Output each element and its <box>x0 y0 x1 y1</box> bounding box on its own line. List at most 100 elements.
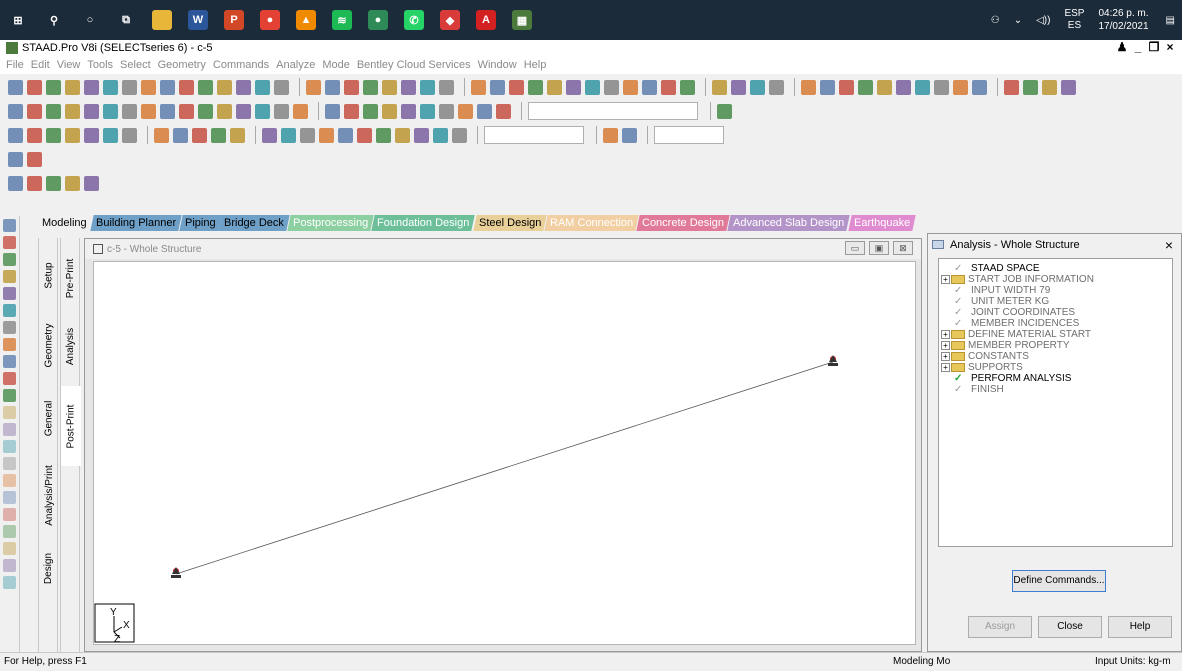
whatsapp-icon[interactable]: ✆ <box>396 0 432 40</box>
page-tab-earthquake[interactable]: Earthquake <box>847 215 916 231</box>
toolbar-button-icon[interactable] <box>414 127 429 143</box>
toolbar-button-icon[interactable] <box>173 127 188 143</box>
cursor-tool-icon[interactable] <box>3 559 16 572</box>
toolbar-button-icon[interactable] <box>566 79 581 95</box>
toolbar-button-icon[interactable] <box>255 103 270 119</box>
toolbar-button-icon[interactable] <box>84 103 99 119</box>
toolbar-button-icon[interactable] <box>293 103 308 119</box>
toolbar-button-icon[interactable] <box>471 79 486 95</box>
menu-item-file[interactable]: File <box>6 59 24 71</box>
toolbar-button-icon[interactable] <box>395 127 410 143</box>
toolbar-button-icon[interactable] <box>769 79 784 95</box>
toolbar-button-icon[interactable] <box>712 79 727 95</box>
cursor-tool-icon[interactable] <box>3 474 16 487</box>
toolbar-button-icon[interactable] <box>236 79 251 95</box>
menu-item-commands[interactable]: Commands <box>213 59 269 71</box>
language-indicator[interactable]: ESP ES <box>1064 8 1084 32</box>
toolbar-button-icon[interactable] <box>217 79 232 95</box>
app-red-icon[interactable]: ◆ <box>432 0 468 40</box>
expand-icon[interactable]: + <box>941 352 950 361</box>
toolbar-button-icon[interactable] <box>1042 79 1057 95</box>
tree-node[interactable]: + MEMBER PROPERTY <box>939 340 1172 351</box>
page-tab-ram-connection[interactable]: RAM Connection <box>544 215 640 231</box>
toolbar-button-icon[interactable] <box>363 103 378 119</box>
view-minimize-icon[interactable]: ▭ <box>845 241 865 255</box>
task-view-icon[interactable]: ⧉ <box>108 0 144 40</box>
tree-node[interactable]: ✓ INPUT WIDTH 79 <box>939 285 1172 296</box>
toolbar-button-icon[interactable] <box>217 103 232 119</box>
toolbar-button-icon[interactable] <box>319 127 334 143</box>
cursor-tool-icon[interactable] <box>3 253 16 266</box>
toolbar-button-icon[interactable] <box>420 79 435 95</box>
model-canvas[interactable]: Y X Z <box>93 261 916 645</box>
toolbar-button-icon[interactable] <box>8 127 23 143</box>
toolbar-button-icon[interactable] <box>122 79 137 95</box>
toolbar-button-icon[interactable] <box>622 127 637 143</box>
toolbar-button-icon[interactable] <box>192 127 207 143</box>
spotify-icon[interactable]: ≋ <box>324 0 360 40</box>
toolbar-button-icon[interactable] <box>306 79 321 95</box>
toolbar-button-icon[interactable] <box>122 103 137 119</box>
toolbar-button-icon[interactable] <box>122 127 137 143</box>
toolbar-button-icon[interactable] <box>27 103 42 119</box>
cursor-tool-icon[interactable] <box>3 525 16 538</box>
toolbar-button-icon[interactable] <box>344 79 359 95</box>
page-tab-steel-design[interactable]: Steel Design <box>473 215 547 231</box>
tree-node[interactable]: ✓ JOINT COORDINATES <box>939 307 1172 318</box>
chevron-up-icon[interactable]: ⌄ <box>1014 15 1022 26</box>
expand-icon[interactable]: + <box>941 275 950 284</box>
menu-item-window[interactable]: Window <box>478 59 517 71</box>
toolbar-button-icon[interactable] <box>585 79 600 95</box>
toolbar-button-icon[interactable] <box>623 79 638 95</box>
toolbar-button-icon[interactable] <box>338 127 353 143</box>
toolbar-button-icon[interactable] <box>934 79 949 95</box>
page-tab-bridge-deck[interactable]: Bridge Deck <box>218 215 290 231</box>
toolbar-button-icon[interactable] <box>477 103 492 119</box>
toolbar-button-icon[interactable] <box>1004 79 1019 95</box>
toolbar-button-icon[interactable] <box>1023 79 1038 95</box>
volume-icon[interactable]: ◁)) <box>1036 15 1050 26</box>
vlc-icon[interactable]: ▲ <box>288 0 324 40</box>
toolbar-button-icon[interactable] <box>603 127 618 143</box>
toolbar-button-icon[interactable] <box>382 79 397 95</box>
toolbar-button-icon[interactable] <box>8 151 23 167</box>
word-icon[interactable]: W <box>180 0 216 40</box>
notifications-icon[interactable]: ▤ <box>1166 15 1175 26</box>
menu-item-help[interactable]: Help <box>524 59 547 71</box>
toolbar-button-icon[interactable] <box>604 79 619 95</box>
toolbar-button-icon[interactable] <box>452 127 467 143</box>
tab-setup[interactable]: Setup <box>39 250 59 300</box>
toolbar-button-icon[interactable] <box>357 127 372 143</box>
toolbar-button-icon[interactable] <box>820 79 835 95</box>
toolbar-button-icon[interactable] <box>325 103 340 119</box>
tree-node[interactable]: ✓ MEMBER INCIDENCES <box>939 318 1172 329</box>
toolbar-button-icon[interactable] <box>46 127 61 143</box>
panel-close-icon[interactable]: × <box>1165 237 1173 253</box>
toolbar-button-icon[interactable] <box>103 127 118 143</box>
toolbar-button-icon[interactable] <box>27 127 42 143</box>
toolbar-button-icon[interactable] <box>496 103 511 119</box>
toolbar-button-icon[interactable] <box>84 175 99 191</box>
view-maximize-icon[interactable]: ▣ <box>869 241 889 255</box>
cursor-tool-icon[interactable] <box>3 287 16 300</box>
toolbar-button-icon[interactable] <box>84 127 99 143</box>
toolbar-dropdown[interactable] <box>484 126 584 144</box>
toolbar-button-icon[interactable] <box>262 127 277 143</box>
toolbar-button-icon[interactable] <box>382 103 397 119</box>
windows-start-icon[interactable]: ⊞ <box>0 0 36 40</box>
close-icon[interactable]: × <box>1162 40 1178 54</box>
toolbar-button-icon[interactable] <box>439 103 454 119</box>
toolbar-button-icon[interactable] <box>198 79 213 95</box>
toolbar-button-icon[interactable] <box>858 79 873 95</box>
command-tree[interactable]: ✓ STAAD SPACE + START JOB INFORMATION ✓ INPUT… <box>938 258 1173 547</box>
page-tab-piping[interactable]: Piping <box>179 215 222 231</box>
tree-node[interactable]: + SUPPORTS <box>939 362 1172 373</box>
toolbar-button-icon[interactable] <box>65 79 80 95</box>
toolbar-button-icon[interactable] <box>528 79 543 95</box>
toolbar-button-icon[interactable] <box>27 175 42 191</box>
page-tab-postprocessing[interactable]: Postprocessing <box>287 215 375 231</box>
tree-node[interactable]: + START JOB INFORMATION <box>939 274 1172 285</box>
cortana-icon[interactable]: ○ <box>72 0 108 40</box>
toolbar-button-icon[interactable] <box>325 79 340 95</box>
restore-icon[interactable]: ❐ <box>1146 40 1162 54</box>
